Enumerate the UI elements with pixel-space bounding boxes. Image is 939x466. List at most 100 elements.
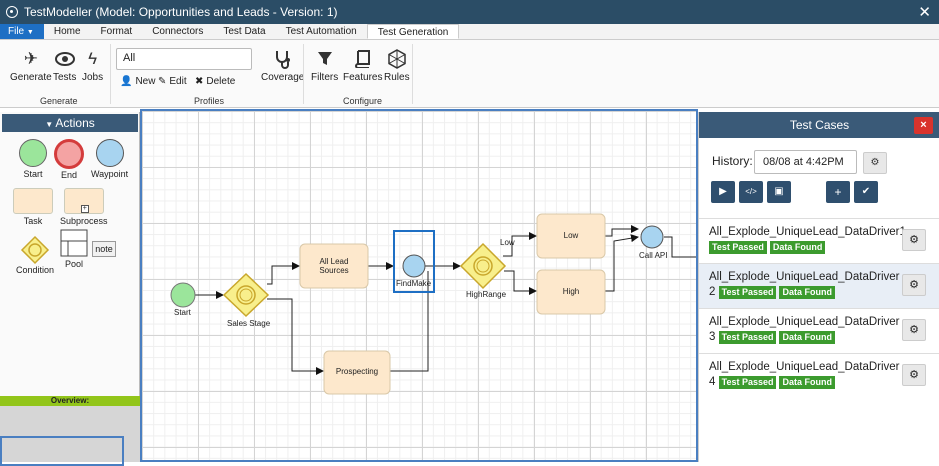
- menu-bar: File ▼ Home Format Connectors Test Data …: [0, 24, 939, 40]
- delete-profile-button[interactable]: ✖ Delete: [195, 76, 235, 87]
- profile-select[interactable]: All: [116, 48, 252, 70]
- label-sales-stage: Sales Stage: [227, 319, 271, 328]
- file-menu[interactable]: File ▼: [0, 24, 44, 39]
- test-cases-panel: Test Cases × History: 08/08 at 4:42PM ⚙ …: [698, 112, 939, 462]
- test-case-name: All_Explode_UniqueLead_DataDriver1: [709, 226, 906, 238]
- add-button[interactable]: +: [826, 181, 850, 203]
- label-prospecting: Prospecting: [335, 367, 379, 376]
- palette-subprocess[interactable]: + Subprocess: [60, 188, 108, 226]
- actions-header[interactable]: ▼ Actions: [2, 114, 138, 132]
- test-case-settings-button[interactable]: ⚙: [902, 229, 926, 251]
- palette-pool[interactable]: Pool: [60, 229, 88, 269]
- test-case-row[interactable]: All_Explode_UniqueLead_DataDriver 3 Test…: [699, 308, 939, 353]
- airplane-icon: ✈: [23, 49, 38, 68]
- end-event-shape: [54, 139, 84, 169]
- diagram-canvas[interactable]: Start Sales Stage All Lead Sources Prosp…: [140, 109, 698, 462]
- test-case-row[interactable]: All_Explode_UniqueLead_DataDriver 4 Test…: [699, 353, 939, 398]
- features-button[interactable]: Features: [343, 46, 382, 83]
- palette-waypoint[interactable]: Waypoint: [91, 139, 128, 179]
- image-button[interactable]: ▣: [767, 181, 791, 203]
- test-case-settings-button[interactable]: ⚙: [902, 319, 926, 341]
- history-label: History:: [712, 154, 753, 168]
- palette-task[interactable]: Task: [13, 188, 53, 226]
- plus-icon: +: [834, 185, 842, 199]
- test-case-row[interactable]: All_Explode_UniqueLead_DataDriver 2 Test…: [699, 263, 939, 308]
- test-case-number: 3: [709, 331, 716, 343]
- palette-end[interactable]: End: [54, 139, 84, 180]
- label-all-lead-sources: All Lead Sources: [319, 257, 349, 275]
- palette-start[interactable]: Start: [19, 139, 47, 179]
- test-case-name: All_Explode_UniqueLead_DataDriver: [709, 271, 900, 283]
- label-call-api: Call API: [639, 251, 668, 260]
- tab-test-automation[interactable]: Test Automation: [276, 24, 367, 39]
- check-icon: ✔: [861, 186, 871, 197]
- status-badge: Data Found: [779, 331, 835, 344]
- close-panel-button[interactable]: ×: [914, 117, 933, 134]
- rules-button[interactable]: Rules: [384, 46, 410, 83]
- test-case-settings-button[interactable]: ⚙: [902, 364, 926, 386]
- note-shape: note: [92, 241, 116, 257]
- ribbon: ✈ Generate Tests ϟ Jobs Generate All 👤 Ne…: [0, 40, 939, 108]
- label-start: Start: [174, 308, 191, 317]
- pool-shape: [60, 229, 88, 257]
- edge-low-to-callapi[interactable]: [605, 225, 639, 237]
- palette-note[interactable]: note: [92, 241, 116, 257]
- hexagon-icon: [387, 46, 407, 72]
- status-badge: Data Found: [779, 376, 835, 389]
- history-settings-button[interactable]: ⚙: [863, 152, 887, 174]
- status-badge: Test Passed: [709, 241, 767, 254]
- status-badge: Test Passed: [718, 331, 777, 344]
- edge-callapi-out[interactable]: [664, 236, 698, 258]
- generate-group-label: Generate: [40, 96, 78, 106]
- edit-icon: ✎: [158, 76, 167, 87]
- title-bar: TestModeller (Model: Opportunities and L…: [0, 0, 939, 24]
- tab-home[interactable]: Home: [44, 24, 91, 39]
- book-icon: [354, 46, 371, 72]
- node-start[interactable]: [170, 282, 196, 308]
- new-profile-button[interactable]: 👤 New: [120, 76, 155, 87]
- label-findmake: FindMake: [396, 279, 432, 288]
- node-findmake[interactable]: [402, 254, 426, 278]
- test-case-settings-button[interactable]: ⚙: [902, 274, 926, 296]
- code-button[interactable]: </>: [739, 181, 763, 203]
- tab-test-data[interactable]: Test Data: [213, 24, 275, 39]
- status-badge: Data Found: [769, 241, 826, 254]
- overview-panel[interactable]: [0, 406, 140, 466]
- edge-sales-to-alllead[interactable]: [267, 262, 300, 285]
- edit-profile-button[interactable]: ✎ Edit: [158, 76, 187, 87]
- status-badge: Test Passed: [718, 286, 777, 299]
- node-highrange[interactable]: [459, 242, 507, 290]
- tab-connectors[interactable]: Connectors: [142, 24, 213, 39]
- history-select[interactable]: 08/08 at 4:42PM: [754, 150, 857, 174]
- lightning-icon: ϟ: [88, 49, 98, 68]
- condition-shape: [20, 235, 50, 265]
- stethoscope-icon: [274, 46, 292, 72]
- test-case-name: All_Explode_UniqueLead_DataDriver: [709, 316, 900, 328]
- gear-icon: ⚙: [870, 157, 880, 168]
- tab-format[interactable]: Format: [91, 24, 143, 39]
- jobs-button[interactable]: ϟ Jobs: [82, 46, 103, 83]
- tests-button[interactable]: Tests: [53, 46, 76, 83]
- edge-high-to-callapi[interactable]: [605, 234, 639, 292]
- generate-button[interactable]: ✈ Generate: [10, 46, 52, 83]
- test-case-number: 4: [709, 376, 716, 388]
- tab-test-generation[interactable]: Test Generation: [366, 24, 460, 39]
- test-case-row[interactable]: All_Explode_UniqueLead_DataDriver1 Test …: [699, 218, 939, 263]
- plus-icon: +: [80, 205, 89, 213]
- app-logo-icon: [6, 6, 18, 18]
- coverage-button[interactable]: Coverage: [261, 46, 304, 83]
- edge-highrange-to-high[interactable]: [504, 270, 537, 295]
- node-call-api[interactable]: [640, 225, 664, 249]
- node-sales-stage[interactable]: [222, 272, 270, 318]
- test-case-name: All_Explode_UniqueLead_DataDriver: [709, 361, 900, 373]
- filters-button[interactable]: Filters: [311, 46, 338, 83]
- confirm-button[interactable]: ✔: [854, 181, 878, 203]
- run-button[interactable]: ▶: [711, 181, 735, 203]
- edge-sales-to-prospecting[interactable]: [267, 298, 324, 375]
- configure-group-label: Configure: [343, 96, 383, 106]
- gear-icon: ⚙: [909, 279, 919, 291]
- palette-condition[interactable]: Condition: [16, 235, 54, 275]
- image-icon: ▣: [774, 186, 784, 197]
- close-window-icon[interactable]: ✕: [918, 3, 931, 21]
- divider: [303, 44, 304, 104]
